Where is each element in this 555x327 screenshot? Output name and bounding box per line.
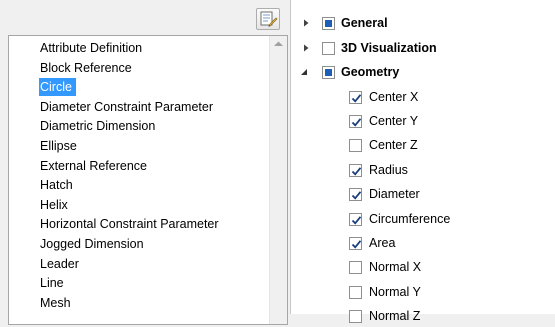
list-item[interactable]: Attribute Definition — [9, 38, 142, 58]
property-checkbox-checked[interactable] — [349, 163, 362, 177]
list-item-label: Hatch — [40, 178, 73, 193]
property-checkbox-checked[interactable] — [349, 90, 362, 104]
property-checkbox-checked[interactable] — [349, 114, 362, 128]
list-item[interactable]: Diameter Constraint Parameter — [9, 97, 213, 117]
list-item[interactable]: Block Reference — [9, 58, 132, 78]
property-checkbox-checked[interactable] — [349, 212, 362, 226]
property-checkbox[interactable] — [349, 310, 362, 324]
property-item[interactable]: Normal Y — [291, 281, 555, 303]
category-checkbox[interactable] — [322, 66, 335, 79]
property-item[interactable]: Normal X — [291, 256, 555, 278]
property-item[interactable]: Center Z — [291, 134, 555, 156]
tree-category-general[interactable]: General — [291, 12, 555, 34]
list-item[interactable]: Mesh — [9, 293, 71, 313]
property-checkbox-checked[interactable] — [349, 236, 362, 250]
property-item[interactable]: Diameter — [291, 183, 555, 205]
list-item[interactable]: Helix — [9, 195, 68, 215]
property-label: Area — [369, 235, 396, 250]
property-tree: General 3D Visualization Geometry Center X C… — [291, 0, 555, 324]
property-label: Normal Y — [369, 284, 421, 299]
list-item-label: Leader — [40, 256, 79, 271]
list-item-label: Line — [40, 276, 64, 291]
property-label: Radius — [369, 162, 408, 177]
list-item[interactable]: Horizontal Constraint Parameter — [9, 214, 219, 234]
tree-category-geometry[interactable]: Geometry — [291, 61, 555, 83]
object-type-list[interactable]: Attribute Definition Block Reference Circl… — [8, 35, 288, 325]
property-label: Normal Z — [369, 309, 421, 324]
list-item-label: External Reference — [40, 158, 148, 173]
triangle-down-icon[interactable] — [299, 61, 309, 83]
property-item[interactable]: Normal Z — [291, 305, 555, 327]
list-item-label: Ellipse — [40, 139, 77, 153]
list-item-label: Attribute Definition — [40, 41, 143, 55]
list-item-label: Diameter Constraint Parameter — [40, 99, 213, 114]
list-item[interactable]: Line — [9, 273, 64, 293]
list-item-label: Circle — [40, 80, 72, 95]
property-label: Center Z — [369, 138, 418, 153]
property-label: Diameter — [369, 187, 420, 202]
scroll-up-button[interactable] — [270, 36, 287, 53]
list-item-label: Helix — [40, 197, 68, 212]
property-checkbox[interactable] — [349, 285, 362, 299]
edit-list-button[interactable] — [256, 8, 280, 30]
property-checkbox-checked[interactable] — [349, 188, 362, 202]
list-item-label: Block Reference — [40, 60, 132, 75]
triangle-right-icon[interactable] — [303, 37, 313, 59]
category-label: 3D Visualization — [341, 40, 437, 55]
list-item[interactable]: Hatch — [9, 175, 73, 195]
property-label: Center Y — [369, 113, 419, 128]
object-type-pane: Attribute Definition Block Reference Circl… — [0, 0, 290, 325]
property-label: Circumference — [369, 211, 451, 226]
list-item-selected[interactable]: Circle — [9, 77, 76, 97]
property-item[interactable]: Center Y — [291, 110, 555, 132]
vertical-scrollbar[interactable] — [269, 36, 287, 324]
list-item[interactable]: Ellipse — [9, 136, 77, 156]
list-item[interactable]: External Reference — [9, 156, 147, 176]
list-item[interactable]: Leader — [9, 254, 79, 274]
tree-category-3d-visualization[interactable]: 3D Visualization — [291, 37, 555, 59]
property-item[interactable]: Area — [291, 232, 555, 254]
property-checkbox[interactable] — [349, 261, 362, 275]
property-item[interactable]: Center X — [291, 86, 555, 108]
list-item[interactable]: Diametric Dimension — [9, 116, 155, 136]
list-item-label: Horizontal Constraint Parameter — [40, 217, 219, 232]
list-item-label: Jogged Dimension — [40, 237, 144, 251]
category-label: Geometry — [341, 65, 400, 79]
property-label: Normal X — [369, 260, 422, 275]
property-label: Center X — [369, 89, 419, 104]
list-item[interactable]: Jogged Dimension — [9, 234, 144, 254]
triangle-right-icon[interactable] — [303, 12, 313, 34]
category-checkbox[interactable] — [322, 41, 335, 55]
property-item[interactable]: Radius — [291, 159, 555, 181]
category-label: General — [341, 16, 388, 30]
property-checkbox[interactable] — [349, 139, 362, 153]
property-item[interactable]: Circumference — [291, 208, 555, 230]
category-checkbox[interactable] — [322, 17, 335, 30]
list-item-label: Mesh — [40, 295, 71, 310]
list-item-label: Diametric Dimension — [40, 119, 156, 134]
